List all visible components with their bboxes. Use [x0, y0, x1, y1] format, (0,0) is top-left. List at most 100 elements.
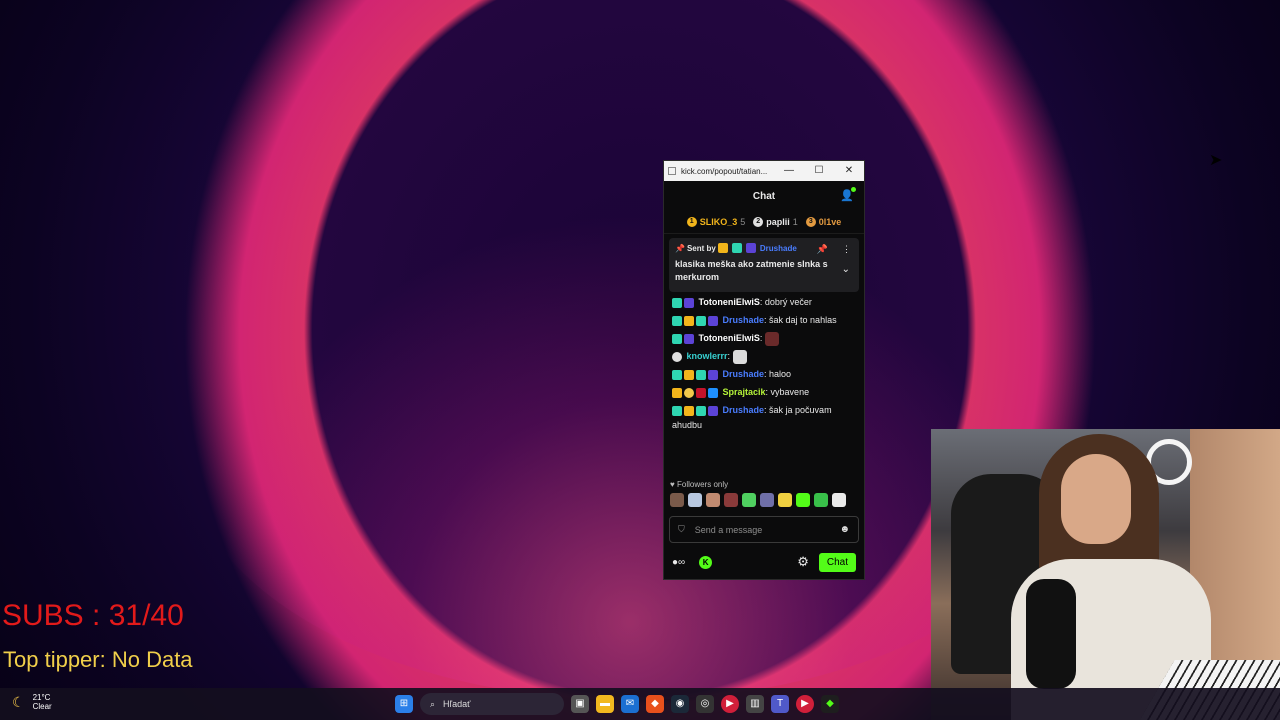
- webcam-feed: [931, 429, 1280, 720]
- chat-footer: ●∞ K ⚙ Chat: [672, 551, 856, 573]
- emote-icon[interactable]: [760, 493, 774, 507]
- task-view-icon[interactable]: ▣: [571, 695, 589, 713]
- weather-widget[interactable]: ☾ 21°C Clear: [12, 693, 52, 711]
- months-badge-icon: [672, 315, 682, 326]
- message-username[interactable]: TotoneniElwiS: [699, 333, 760, 343]
- minimize-button[interactable]: —: [774, 161, 804, 181]
- temperature: 21°C: [32, 693, 51, 702]
- more-options-icon[interactable]: ⋮: [842, 244, 851, 255]
- leaderboard-entry[interactable]: 3 0l1ve: [805, 217, 841, 227]
- message-username[interactable]: Sprajtacik: [723, 387, 766, 397]
- rank-badge: 3: [805, 217, 816, 227]
- chat-message: Drushade: haloo: [672, 367, 856, 382]
- teams-icon[interactable]: T: [771, 695, 789, 713]
- message-input[interactable]: ⛉ Send a message ☻: [669, 516, 859, 543]
- emote-icon[interactable]: [832, 493, 846, 507]
- crown-badge-icon: [717, 243, 728, 253]
- gift-badge-icon: [672, 333, 682, 344]
- chat-message: TotoneniElwiS: dobrý večer: [672, 295, 856, 310]
- microphone: [1026, 579, 1076, 689]
- pin-icon: 📌: [675, 243, 685, 253]
- emote-icon[interactable]: [670, 493, 684, 507]
- chat-popout-window[interactable]: kick.com/popout/tatian... — ☐ ✕ Chat 👤 1…: [663, 160, 865, 580]
- emote-icon[interactable]: [724, 493, 738, 507]
- emote-icon: [732, 349, 747, 364]
- gift-badge-icon: [696, 405, 706, 416]
- window-titlebar[interactable]: kick.com/popout/tatian... — ☐ ✕: [664, 161, 864, 181]
- emote-icon[interactable]: [706, 493, 720, 507]
- emoji-picker-icon[interactable]: ☻: [839, 524, 850, 535]
- message-username[interactable]: TotoneniElwiS: [699, 297, 760, 307]
- chevron-down-icon[interactable]: ⌄: [842, 264, 850, 275]
- chat-message: TotoneniElwiS:: [672, 331, 856, 346]
- emote-icon[interactable]: [778, 493, 792, 507]
- media-app-icon[interactable]: ▶: [796, 695, 814, 713]
- quick-emote-bar: [670, 493, 846, 507]
- pinned-sent-by: Sent by: [686, 243, 716, 253]
- pinned-user[interactable]: Drushade: [760, 244, 797, 253]
- chat-message: Sprajtacik: vybavene: [672, 385, 856, 400]
- rank-badge: 1: [686, 217, 697, 227]
- gift-badge-icon: [672, 297, 682, 308]
- brave-browser-icon[interactable]: ◆: [646, 695, 664, 713]
- leaderboard: 1 SLIKO_3 5 2 paplii 1 3 0l1ve: [664, 211, 864, 234]
- sub-badge-icon: [708, 315, 718, 326]
- sub-badge-icon: [684, 297, 694, 308]
- chat-message: knowlerrr:: [672, 349, 856, 364]
- leaderboard-entry[interactable]: 2 paplii 1: [753, 217, 798, 227]
- message-username[interactable]: Drushade: [723, 369, 765, 379]
- level-badge-icon: [684, 387, 694, 398]
- weather-condition: Clear: [32, 702, 52, 711]
- message-username[interactable]: knowlerrr: [687, 351, 728, 361]
- emote-icon[interactable]: [814, 493, 828, 507]
- chat-message: Drushade: šak ja počuvam ahudbu: [672, 403, 856, 433]
- verified-badge-icon: [708, 387, 718, 398]
- file-explorer-icon[interactable]: ▬: [596, 695, 614, 713]
- window-url: kick.com/popout/tatian...: [681, 166, 768, 176]
- page-icon: [668, 167, 676, 175]
- chat-message: Drushade: šak daj to nahlas: [672, 313, 856, 328]
- sub-badge-icon: [745, 243, 756, 253]
- sub-badge-icon: [708, 369, 718, 380]
- message-username[interactable]: Drushade: [723, 315, 765, 325]
- pinned-message[interactable]: 📌 Sent by Drushade klasika meška ako zat…: [669, 238, 859, 292]
- leaderboard-entry[interactable]: 1 SLIKO_3 5: [686, 217, 745, 227]
- gear-icon[interactable]: ⚙: [797, 554, 809, 570]
- followers-only-label: Followers only: [676, 480, 729, 489]
- send-chat-button[interactable]: Chat: [818, 552, 856, 572]
- close-button[interactable]: ✕: [834, 161, 864, 181]
- online-dot: [851, 187, 856, 192]
- kicks-icon[interactable]: ●∞: [672, 557, 685, 568]
- media-player-icon[interactable]: ▶: [721, 695, 739, 713]
- kick-logo-icon[interactable]: K: [699, 555, 713, 569]
- steam-icon[interactable]: ◉: [671, 695, 689, 713]
- top-tipper: Top tipper: No Data: [3, 647, 193, 672]
- unpin-icon[interactable]: 📌: [817, 244, 828, 255]
- pinned-text: klasika meška ako zatmenie slnka s merku…: [675, 259, 828, 282]
- sub-badge-icon: [708, 405, 718, 416]
- gift-badge-icon: [731, 243, 742, 253]
- sub-badge-icon: [684, 333, 694, 344]
- maximize-button[interactable]: ☐: [804, 161, 834, 181]
- obs-icon[interactable]: ◎: [696, 695, 714, 713]
- message-text: : dobrý večer: [759, 297, 812, 307]
- emote-icon[interactable]: [796, 493, 810, 507]
- gift-badge-icon: [696, 369, 706, 380]
- windows-start-icon[interactable]: ⊞: [395, 695, 413, 713]
- emote-icon[interactable]: [688, 493, 702, 507]
- search-placeholder: Hľadať: [443, 699, 471, 709]
- message-text: :: [727, 351, 731, 361]
- shield-icon: ⛉: [678, 524, 685, 534]
- leader-name: SLIKO_3: [699, 217, 738, 227]
- nvidia-icon[interactable]: ◆: [821, 695, 839, 713]
- chat-header: Chat 👤: [664, 181, 864, 211]
- users-icon[interactable]: 👤: [840, 187, 856, 202]
- taskbar-search[interactable]: ⌕ Hľadať: [420, 693, 564, 715]
- message-username[interactable]: Drushade: [723, 405, 765, 415]
- crown-badge-icon: [684, 315, 694, 326]
- heart-icon: ♥: [670, 480, 675, 489]
- outlook-icon[interactable]: ✉: [621, 695, 639, 713]
- months-badge-icon: [672, 405, 682, 416]
- emote-icon[interactable]: [742, 493, 756, 507]
- app-icon[interactable]: ▥: [746, 695, 764, 713]
